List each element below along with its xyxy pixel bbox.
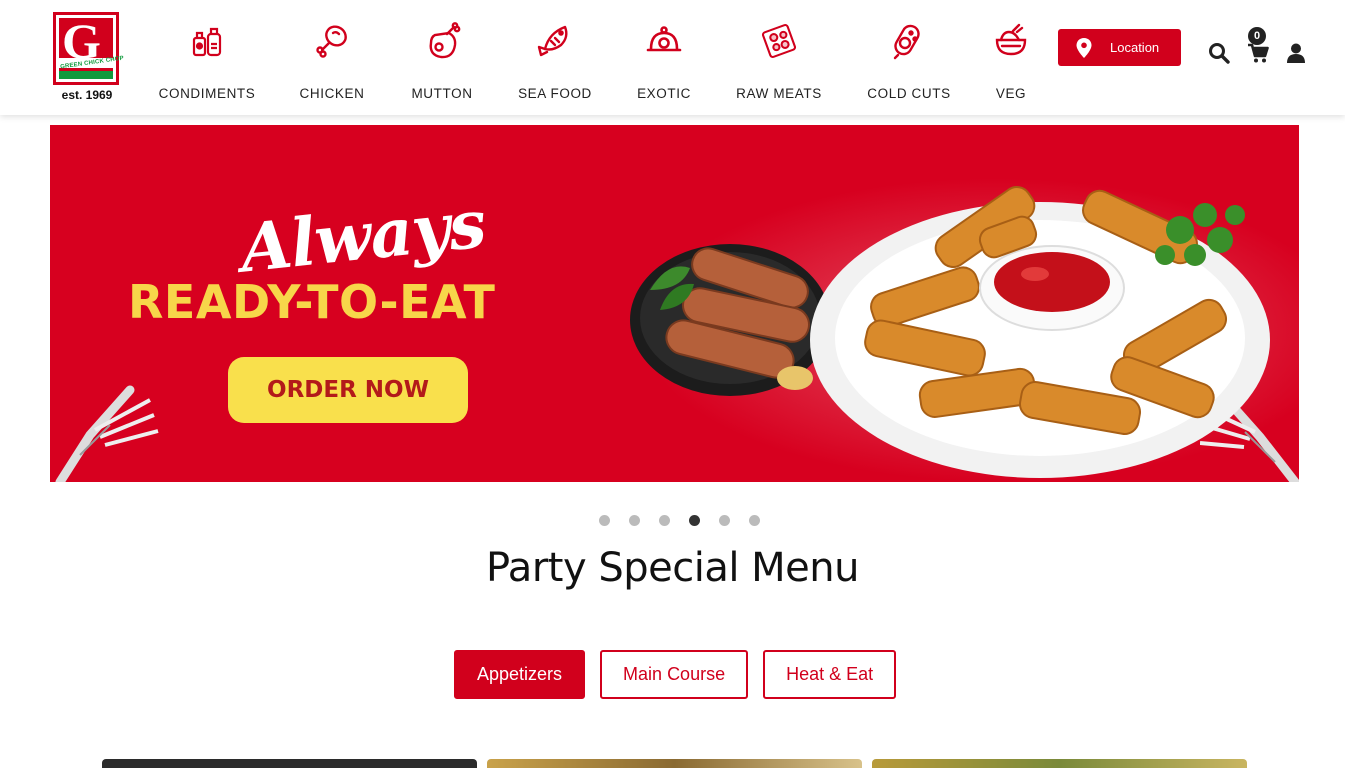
- carousel-dot-active[interactable]: [689, 515, 700, 526]
- nav-label: MUTTON: [411, 86, 473, 101]
- banner-script-text: Always: [236, 184, 489, 288]
- order-now-button[interactable]: ORDER NOW: [228, 357, 468, 423]
- nav-label: CONDIMENTS: [158, 86, 256, 101]
- nav-label: RAW MEATS: [736, 86, 822, 101]
- nav-label: CHICKEN: [299, 86, 365, 101]
- menu-tabs: Appetizers Main Course Heat & Eat: [454, 650, 897, 699]
- nav-item-cold-cuts[interactable]: COLD CUTS: [867, 18, 951, 102]
- nav-item-veg[interactable]: VEG: [993, 18, 1029, 102]
- tab-main-course[interactable]: Main Course: [600, 650, 749, 699]
- map-pin-icon: [1076, 37, 1092, 58]
- carousel-dot[interactable]: [599, 515, 610, 526]
- nav-item-exotic[interactable]: EXOTIC: [637, 18, 691, 102]
- cart-icon[interactable]: [1247, 42, 1269, 64]
- carousel-dot[interactable]: [629, 515, 640, 526]
- nav-item-condiments[interactable]: CONDIMENTS: [158, 18, 256, 102]
- nav-item-sea-food[interactable]: SEA FOOD: [518, 18, 592, 102]
- veg-bowl-icon: [991, 18, 1031, 64]
- nav-item-raw-meats[interactable]: RAW MEATS: [736, 18, 822, 102]
- brand-logo[interactable]: G GREEN CHICK CHOP est. 1969: [53, 12, 124, 104]
- nav-item-mutton[interactable]: MUTTON: [410, 18, 474, 102]
- search-icon[interactable]: [1208, 42, 1230, 64]
- site-header: G GREEN CHICK CHOP est. 1969 CONDIMENTS …: [0, 0, 1345, 115]
- carousel-dot[interactable]: [659, 515, 670, 526]
- fish-icon: [535, 18, 575, 64]
- product-card[interactable]: [872, 759, 1247, 768]
- nav-label: COLD CUTS: [867, 86, 951, 101]
- mutton-icon: [422, 18, 462, 64]
- carousel-dot[interactable]: [719, 515, 730, 526]
- section-title: Party Special Menu: [485, 545, 860, 591]
- product-card[interactable]: [102, 759, 477, 768]
- carousel-dot[interactable]: [749, 515, 760, 526]
- cart-count-badge: 0: [1248, 27, 1266, 45]
- product-card[interactable]: [487, 759, 862, 768]
- nav-label: VEG: [995, 86, 1027, 101]
- salami-icon: [889, 18, 929, 64]
- logo-established: est. 1969: [61, 88, 113, 102]
- user-account-icon[interactable]: [1285, 42, 1307, 64]
- fork-left-image: [55, 385, 159, 482]
- nav-label: SEA FOOD: [518, 86, 592, 101]
- tab-heat-and-eat[interactable]: Heat & Eat: [763, 650, 897, 699]
- banner-headline: READY-TO-EAT: [128, 275, 496, 329]
- logo-badge: G GREEN CHICK CHOP: [53, 12, 124, 85]
- chicken-leg-icon: [312, 18, 352, 64]
- product-cards-row: [102, 759, 1247, 768]
- hero-banner[interactable]: Always READY-TO-EAT ORDER NOW: [50, 125, 1299, 482]
- nav-item-chicken[interactable]: CHICKEN: [299, 18, 365, 102]
- carousel-dots: [599, 515, 760, 526]
- location-label: Location: [1110, 40, 1160, 55]
- cloche-icon: [644, 18, 684, 64]
- nav-label: EXOTIC: [637, 86, 691, 101]
- raw-meat-tray-icon: [759, 18, 799, 64]
- condiments-icon: [187, 18, 227, 64]
- food-platter-image: [630, 186, 1270, 478]
- tab-appetizers[interactable]: Appetizers: [454, 650, 586, 699]
- location-button[interactable]: Location: [1058, 29, 1181, 66]
